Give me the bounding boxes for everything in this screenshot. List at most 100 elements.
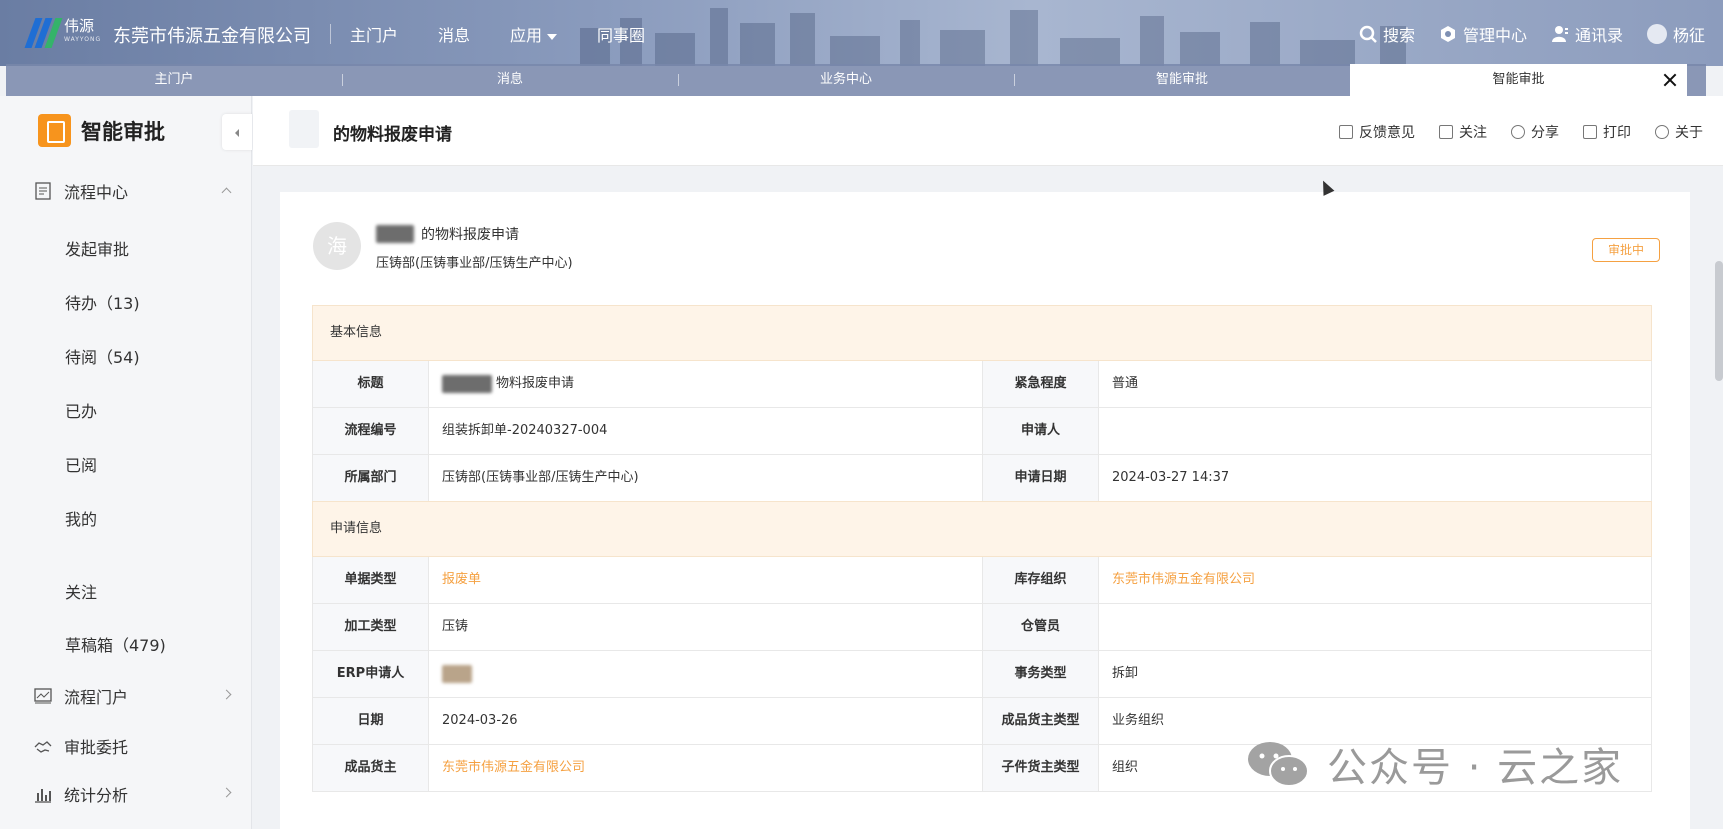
admin-center-button[interactable]: 管理中心 (1439, 22, 1527, 46)
search-label: 搜索 (1382, 26, 1415, 45)
tab-strip: 主门户 消息 业务中心 智能审批 智能审批 (6, 64, 1706, 96)
field-label: 成品货主类型 (983, 698, 1099, 744)
action-bar: 反馈意见 关注 分享 打印 关于 (1315, 122, 1703, 142)
feedback-label: 反馈意见 (1359, 125, 1415, 141)
document-title-text: 的物料报废申请 (421, 227, 519, 243)
approval-document-card: 海 的物料报废申请 压铸部(压铸事业部/压铸生产中心) 审批中 基本信息 标题 … (280, 192, 1690, 829)
field-value: 2024-03-26 (429, 698, 983, 744)
handshake-icon (34, 741, 52, 753)
follow-label: 关注 (1459, 125, 1487, 141)
field-value (1099, 604, 1651, 650)
about-button[interactable]: 关于 (1655, 122, 1703, 142)
field-label: 事务类型 (983, 651, 1099, 697)
tab-smart-approval-active[interactable]: 智能审批 (1350, 64, 1687, 96)
sidebar-item-mine[interactable]: 我的 (65, 506, 97, 530)
sidebar-item-drafts[interactable]: 草稿箱（479) (65, 632, 166, 656)
field-label: 加工类型 (313, 604, 429, 650)
sidebar-group-process-portal[interactable]: 流程门户 (0, 678, 252, 714)
sidebar-item-done[interactable]: 已办 (65, 398, 97, 422)
approval-app-icon (38, 114, 71, 147)
table-row: 所属部门 压铸部(压铸事业部/压铸生产中心) 申请日期 2024-03-27 1… (312, 455, 1652, 502)
table-row: ERP申请人 事务类型 拆卸 (312, 651, 1652, 698)
tab-business-center[interactable]: 业务中心 (678, 64, 1014, 96)
watermark: 公众号 · 云之家 (1245, 735, 1623, 793)
field-value-link[interactable]: 东莞市伟源五金有限公司 (1099, 557, 1651, 603)
field-label: 申请日期 (983, 455, 1099, 501)
field-value: 压铸 (429, 604, 983, 650)
sidebar-group-process-center[interactable]: 流程中心 (0, 173, 252, 209)
page-title: 的物料报废申请 (333, 125, 452, 145)
contacts-button[interactable]: 通讯录 (1551, 22, 1623, 46)
field-label: 子件货主类型 (983, 745, 1099, 791)
redacted-text (442, 374, 492, 393)
nav-apps[interactable]: 应用 (510, 22, 558, 46)
feedback-button[interactable]: 反馈意见 (1339, 122, 1415, 142)
top-nav: 主门户 消息 应用 同事圈 (350, 22, 685, 46)
nav-colleagues[interactable]: 同事圈 (597, 22, 645, 46)
comment-icon (1339, 125, 1353, 139)
field-label: 申请人 (983, 408, 1099, 454)
section-apply-info: 申请信息 (312, 501, 1652, 557)
field-label: 单据类型 (313, 557, 429, 603)
bookmark-icon (1439, 125, 1453, 139)
field-value (429, 651, 983, 697)
share-icon (1511, 125, 1525, 139)
print-label: 打印 (1603, 125, 1631, 141)
sidebar-item-todo[interactable]: 待办（13) (65, 290, 140, 314)
field-value-link[interactable]: 报废单 (429, 557, 983, 603)
sidebar-group-delegate[interactable]: 审批委托 (0, 728, 252, 764)
contacts-label: 通讯录 (1574, 26, 1623, 45)
status-badge: 审批中 (1592, 238, 1660, 262)
nav-apps-label: 应用 (510, 26, 543, 45)
sidebar-group-label: 统计分析 (64, 786, 129, 805)
form-icon (289, 110, 319, 148)
tab-smart-approval[interactable]: 智能审批 (1014, 64, 1350, 96)
applicant-department: 压铸部(压铸事业部/压铸生产中心) (376, 256, 573, 271)
field-label: 标题 (313, 361, 429, 407)
gear-icon (1440, 26, 1455, 42)
wechat-icon (1248, 742, 1309, 787)
field-value: 拆卸 (1112, 666, 1139, 681)
section-basic-info: 基本信息 (312, 305, 1652, 361)
header-right: 搜索 管理中心 通讯录 杨征 (1335, 22, 1705, 46)
table-row: 单据类型 报废单 库存组织 东莞市伟源五金有限公司 (312, 557, 1652, 604)
sidebar-collapse-button[interactable] (222, 114, 252, 150)
help-icon (1655, 125, 1669, 139)
user-menu[interactable]: 杨征 (1646, 22, 1705, 46)
field-label: 成品货主 (313, 745, 429, 791)
sidebar-item-read[interactable]: 已阅 (65, 452, 97, 476)
chevron-down-icon (547, 33, 558, 40)
document-list-icon (35, 182, 51, 200)
main-content: 的物料报废申请 反馈意见 关注 分享 打印 关于 海 的物料报废申请 压铸部(压… (253, 96, 1723, 829)
city-skyline-background (580, 8, 1406, 66)
share-label: 分享 (1531, 125, 1559, 141)
search-button[interactable]: 搜索 (1359, 22, 1415, 46)
field-value-link[interactable]: 东莞市伟源五金有限公司 (429, 745, 983, 791)
field-value (1099, 408, 1651, 454)
field-label: 流程编号 (313, 408, 429, 454)
company-logo[interactable]: 伟源 WAYYONG (24, 18, 102, 48)
field-label: 库存组织 (983, 557, 1099, 603)
field-label: ERP申请人 (313, 651, 429, 697)
sidebar-item-start-approval[interactable]: 发起审批 (65, 236, 129, 260)
vertical-scrollbar[interactable] (1715, 261, 1723, 381)
nav-messages[interactable]: 消息 (438, 22, 470, 46)
sidebar-group-label: 流程中心 (64, 183, 129, 202)
tab-messages[interactable]: 消息 (342, 64, 678, 96)
field-label: 仓管员 (983, 604, 1099, 650)
nav-home[interactable]: 主门户 (350, 22, 398, 46)
tab-home[interactable]: 主门户 (6, 64, 342, 96)
applicant-avatar: 海 (313, 222, 361, 270)
follow-button[interactable]: 关注 (1439, 122, 1487, 142)
sidebar-group-stats[interactable]: 统计分析 (0, 776, 252, 812)
field-value: 普通 (1112, 376, 1139, 391)
field-value: 物料报废申请 (429, 361, 983, 407)
table-row: 标题 物料报废申请 紧急程度 普通 (312, 361, 1652, 408)
share-button[interactable]: 分享 (1511, 122, 1559, 142)
print-button[interactable]: 打印 (1583, 122, 1631, 142)
close-icon[interactable] (1663, 73, 1677, 87)
sidebar-item-follow[interactable]: 关注 (65, 579, 97, 603)
logo-subtext: WAYYONG (64, 36, 102, 43)
top-header: 伟源 WAYYONG 东莞市伟源五金有限公司 主门户 消息 应用 同事圈 搜索 … (0, 0, 1723, 66)
sidebar-item-to-read[interactable]: 待阅（54) (65, 344, 140, 368)
